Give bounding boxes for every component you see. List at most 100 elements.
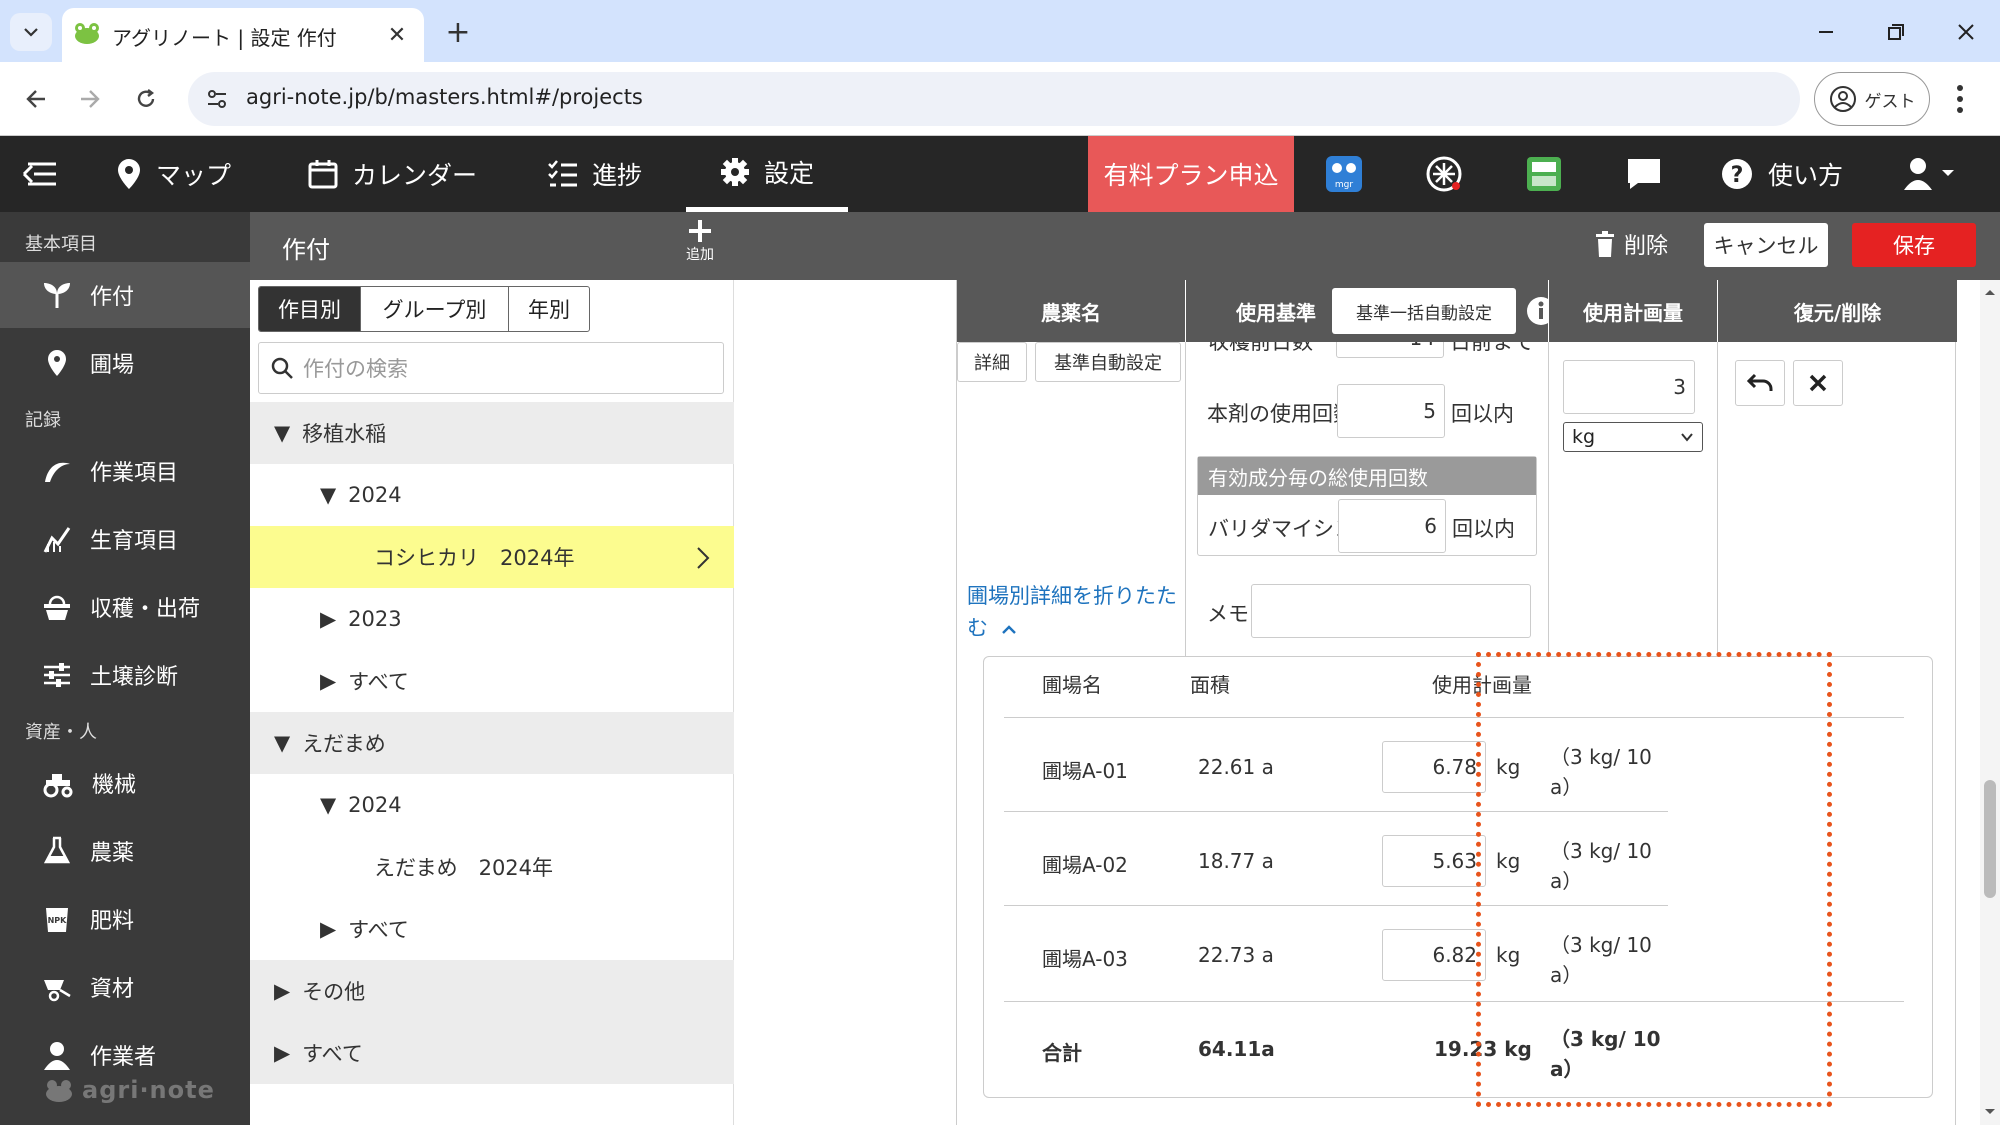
nav-calendar[interactable]: カレンダー xyxy=(308,136,477,212)
tree-group-all[interactable]: ▶ すべて xyxy=(250,1022,734,1084)
sidebar-item-harvest[interactable]: 収穫・出荷 xyxy=(0,574,250,640)
save-button[interactable]: 保存 xyxy=(1852,223,1976,267)
auto-set-all-button[interactable]: 基準一括自動設定 xyxy=(1332,288,1516,334)
segment-by-group[interactable]: グループ別 xyxy=(361,287,509,331)
profile-label: ゲスト xyxy=(1864,91,1916,112)
gear-icon xyxy=(720,157,749,186)
nav-settings[interactable]: 設定 xyxy=(686,136,848,212)
tree-all-edamame[interactable]: ▶ すべて xyxy=(250,898,734,960)
ledger-app-icon[interactable] xyxy=(1520,150,1568,198)
plus-icon xyxy=(689,220,711,242)
add-button[interactable]: 追加 xyxy=(682,218,718,264)
mgr-app-icon[interactable]: mgr xyxy=(1320,150,1368,198)
tree-all-rice[interactable]: ▶ すべて xyxy=(250,650,734,712)
site-settings-icon[interactable] xyxy=(206,88,228,110)
area-col-header: 面積 xyxy=(1190,673,1230,697)
message-icon[interactable] xyxy=(1620,150,1668,198)
sidebar-item-fertilizer[interactable]: NPK 肥料 xyxy=(0,886,250,952)
restore-icon[interactable] xyxy=(1876,14,1916,50)
tree-group-other[interactable]: ▶ その他 xyxy=(250,960,734,1022)
tree-group-rice[interactable]: ▼ 移植水稲 xyxy=(250,402,734,464)
reload-icon[interactable] xyxy=(126,79,166,119)
tree-year-2023[interactable]: ▶ 2023 xyxy=(250,588,734,650)
delete-button[interactable]: 削除 xyxy=(1594,228,1668,260)
forward-icon[interactable] xyxy=(70,79,110,119)
field-amount-input[interactable]: 6.78 xyxy=(1382,741,1486,793)
sidebar-item-fields[interactable]: 圃場 xyxy=(0,330,250,396)
tab-close-icon[interactable]: ✕ xyxy=(384,22,410,48)
nav-progress[interactable]: 進捗 xyxy=(548,136,642,212)
tree-year-2024-edamame[interactable]: ▼ 2024 xyxy=(250,774,734,836)
sidebar-item-materials[interactable]: 資材 xyxy=(0,954,250,1020)
menu-collapse-icon[interactable] xyxy=(22,160,58,188)
user-menu-icon[interactable] xyxy=(1900,150,1960,198)
tree-item-edamame-2024[interactable]: えだまめ 2024年 xyxy=(250,836,734,898)
tree-group-edamame[interactable]: ▼ えだまめ xyxy=(250,712,734,774)
sprout-icon xyxy=(44,283,70,308)
back-icon[interactable] xyxy=(16,79,56,119)
url-omnibox[interactable]: agri-note.jp/b/masters.html#/projects xyxy=(188,72,1800,126)
account-circle-icon xyxy=(1829,86,1856,112)
ingredient-suffix: 回以内 xyxy=(1452,517,1515,541)
nav-map[interactable]: マップ xyxy=(116,136,231,212)
help-button[interactable]: ? 使い方 xyxy=(1720,136,1843,212)
days-row-clipped: 収穫前日数 14 日前まで xyxy=(1186,342,1548,358)
close-window-icon[interactable] xyxy=(1946,14,1986,50)
sidebar-item-soil[interactable]: 土壌診断 xyxy=(0,642,250,708)
col-header-standard: 使用基準 基準一括自動設定 xyxy=(1186,280,1555,342)
scrollbar-thumb[interactable] xyxy=(1984,780,1996,898)
minimize-icon[interactable] xyxy=(1806,14,1846,50)
memo-input[interactable] xyxy=(1251,584,1531,638)
segment-by-crop[interactable]: 作目別 xyxy=(259,287,361,331)
scroll-up-icon[interactable] xyxy=(1984,288,1996,296)
uses-input[interactable]: 5 xyxy=(1337,384,1445,438)
new-tab-icon[interactable]: + xyxy=(440,14,476,50)
ingredient-name: バリダマイシン xyxy=(1208,517,1355,541)
more-menu-icon[interactable] xyxy=(1956,84,1964,114)
total-label: 合計 xyxy=(1042,1041,1082,1065)
profile-button[interactable]: ゲスト xyxy=(1814,72,1930,126)
brand-logo: agri·note xyxy=(44,1076,215,1104)
sidebar-item-machines[interactable]: 機械 xyxy=(0,750,250,816)
tree-year-2024[interactable]: ▼ 2024 xyxy=(250,464,734,526)
checklist-icon xyxy=(548,160,577,187)
scrollbar[interactable] xyxy=(1980,280,2000,1125)
search-icon xyxy=(271,357,293,379)
sub-header: 作付 追加 削除 キャンセル 保存 xyxy=(250,212,2000,280)
planned-amount-input[interactable]: 3 xyxy=(1563,360,1695,414)
crop-search-input[interactable]: 作付の検索 xyxy=(258,342,724,394)
paid-plan-button[interactable]: 有料プラン申込 xyxy=(1088,136,1294,212)
flask-icon xyxy=(43,836,71,864)
page-title: 作付 xyxy=(282,236,330,264)
address-bar: agri-note.jp/b/masters.html#/projects ゲス… xyxy=(0,62,2000,136)
unit-select[interactable]: kg xyxy=(1563,422,1703,452)
field-amount-input[interactable]: 5.63 xyxy=(1382,835,1486,887)
cancel-button[interactable]: キャンセル xyxy=(1704,223,1828,267)
sidebar-item-crops[interactable]: 作付 xyxy=(0,262,250,328)
map-pin-icon xyxy=(48,350,66,376)
collapse-field-detail-link[interactable]: 圃場別詳細を折りたたむ xyxy=(967,580,1177,644)
field-amount-input[interactable]: 6.82 xyxy=(1382,929,1486,981)
tree-item-koshihikari-2024[interactable]: コシヒカリ 2024年 xyxy=(250,526,734,588)
ingredient-count-input[interactable]: 6 xyxy=(1338,499,1446,553)
days-input[interactable]: 14 xyxy=(1336,342,1444,358)
browser-tab[interactable]: アグリノート | 設定 作付 ✕ xyxy=(62,8,424,62)
sidebar-item-work[interactable]: 作業項目 xyxy=(0,438,250,504)
svg-text:mgr: mgr xyxy=(1335,180,1353,190)
undo-button[interactable] xyxy=(1735,360,1785,406)
chevron-down-icon xyxy=(1681,433,1693,442)
divider xyxy=(1548,342,1549,656)
remove-button[interactable] xyxy=(1793,360,1843,406)
scroll-down-icon[interactable] xyxy=(1984,1108,1996,1116)
sidebar-item-pesticides[interactable]: 農薬 xyxy=(0,818,250,884)
segment-by-year[interactable]: 年別 xyxy=(509,287,589,331)
detail-button[interactable]: 詳細 xyxy=(957,342,1027,382)
table-row-field-name: 圃場A-03 xyxy=(1042,947,1128,971)
auto-set-button[interactable]: 基準自動設定 xyxy=(1035,342,1181,382)
tab-search-dropdown[interactable] xyxy=(10,13,52,51)
field-col-header: 圃場名 xyxy=(1042,673,1102,697)
sidebar-item-growth[interactable]: 生育項目 xyxy=(0,506,250,572)
sidebar: 基本項目 作付 圃場 記録 作業項目 生育項目 収穫・出荷 土壌診断 資産・人 … xyxy=(0,212,250,1125)
rice-mark-icon[interactable] xyxy=(1420,150,1468,198)
calendar-icon xyxy=(308,160,338,189)
